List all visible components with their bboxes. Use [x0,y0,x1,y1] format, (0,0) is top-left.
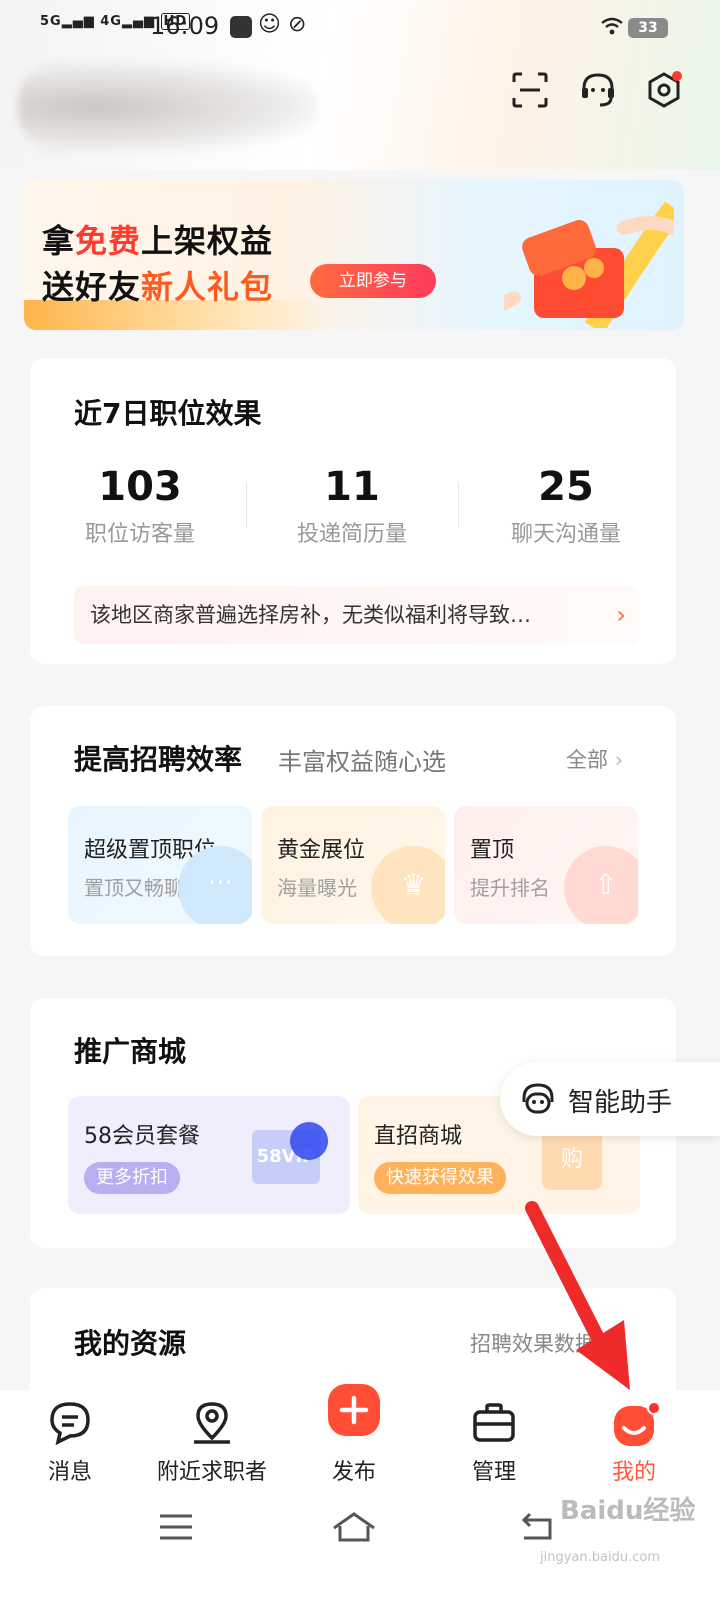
nav-label: 发布 [331,1460,376,1485]
chevron-right-icon: › [614,748,624,772]
banner-line-1: 拿免费上架权益 [42,222,274,260]
plus-icon [328,1384,380,1436]
app-link-icon: ⊘ [288,12,307,37]
nav-nearby-seekers[interactable]: 附近求职者 [142,1390,282,1500]
location-pin-icon [194,1402,230,1444]
view-all-link[interactable]: 全部 › [566,744,623,774]
shopping-bag-icon: 购 [542,1130,602,1190]
promo-banner[interactable]: 拿免费上架权益 送好友新人礼包 立即参与 [24,180,684,330]
crown-icon: ♛ [371,846,445,924]
join-now-button[interactable]: 立即参与 [310,264,436,298]
tile-gold-booth[interactable]: 黄金展位 海量曝光 ♛ [261,806,445,924]
stat-chats-value: 25 [538,464,594,510]
efficiency-card: 提高招聘效率 丰富权益随心选 全部 › 超级置顶职位 置顶又畅聊 ··· 黄金展… [30,706,676,956]
me-face-icon [614,1401,661,1446]
banner-line-2: 送好友新人礼包 [42,268,274,306]
nav-me[interactable]: 我的 [564,1390,704,1500]
efficiency-subtitle: 丰富权益随心选 [278,748,446,776]
nav-label: 附近求职者 [156,1460,267,1485]
gift-box-illustration [504,201,674,328]
scan-icon[interactable] [510,70,550,110]
tile-pin-top[interactable]: 置顶 提升排名 ⇧ [454,806,638,924]
stat-chats[interactable]: 25 聊天沟通量 [466,464,666,548]
wifi-icon [601,17,623,35]
nav-publish[interactable]: 发布 [284,1384,424,1500]
tile-title: 置顶 [470,838,515,863]
mall-item-vip[interactable]: 58会员套餐 更多折扣 58VIP [68,1096,350,1214]
assistant-robot-icon [522,1083,554,1114]
tile-subtitle: 置顶又畅聊 [84,876,184,900]
stat-resumes-value: 11 [324,464,380,510]
tile-title: 黄金展位 [277,838,366,863]
stat-visitors-value: 103 [98,464,182,510]
baidu-watermark: Baidu经验 [560,1496,696,1526]
message-icon [50,1402,90,1446]
clock: 16:09 [150,12,220,40]
mall-item-title: 58会员套餐 [84,1124,200,1149]
efficiency-title: 提高招聘效率 [74,743,243,776]
smart-assistant-button[interactable]: 智能助手 [500,1062,720,1136]
tile-subtitle: 提升排名 [470,876,550,900]
baidu-watermark-url: jingyan.baidu.com [540,1550,660,1565]
tip-text: 该地区商家普遍选择房补，无类似福利将导致… [90,603,531,627]
tile-super-top-job[interactable]: 超级置顶职位 置顶又畅聊 ··· [68,806,252,924]
nav-label: 消息 [47,1460,92,1485]
home-icon[interactable] [330,1510,378,1544]
briefcase-icon [473,1403,515,1442]
nav-label: 管理 [471,1460,516,1485]
stat-resumes-label: 投递简历量 [296,522,407,547]
profile-avatar-blurred[interactable] [18,62,318,152]
mall-item-tag: 快速获得效果 [374,1162,506,1194]
stat-visitors[interactable]: 103 职位访客量 [40,464,240,548]
mall-title: 推广商城 [74,1035,187,1068]
stat-resumes[interactable]: 11 投递简历量 [252,464,452,548]
stat-chats-label: 聊天沟通量 [510,522,621,547]
battery-indicator: 33 [628,18,668,38]
tile-subtitle: 海量曝光 [277,876,357,900]
customer-service-icon[interactable] [578,70,618,110]
job-effect-card: 近7日职位效果 103 职位访客量 11 投递简历量 25 聊天沟通量 该地区商… [30,358,676,664]
assistant-label: 智能助手 [568,1088,673,1118]
housing-tip-bar[interactable]: 该地区商家普遍选择房补，无类似福利将导致… › [74,586,640,644]
divider [246,482,247,528]
job-effect-title: 近7日职位效果 [74,397,262,430]
nav-messages[interactable]: 消息 [0,1390,140,1500]
status-bar: 5G▂▄▆ 4G▂▄▆ HD 16:09 ☺ ⊘ 33 [0,0,720,58]
stat-visitors-label: 职位访客量 [84,522,195,547]
app-k-icon [230,16,252,38]
nav-label: 我的 [611,1460,656,1485]
settings-icon[interactable] [644,70,684,110]
red-arrow-annotation [525,1201,630,1390]
resources-title: 我的资源 [74,1327,187,1360]
mall-item-tag: 更多折扣 [84,1162,180,1194]
back-icon[interactable] [520,1512,556,1542]
bottom-nav: 消息 附近求职者 发布 管理 我的 [0,1384,720,1500]
nav-manage[interactable]: 管理 [424,1390,564,1500]
menu-icon[interactable] [158,1512,194,1542]
pin-top-icon: ⇧ [564,846,638,924]
vip-orb-icon [290,1122,328,1160]
chevron-right-icon: › [616,601,626,629]
divider [458,482,459,528]
mall-item-title: 直招商城 [374,1124,463,1149]
wechat-icon: ☺ [258,12,281,37]
chat-bubble-icon: ··· [178,846,252,924]
